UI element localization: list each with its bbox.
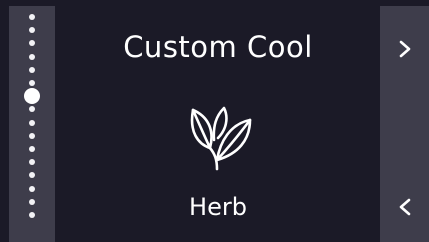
- chevron-right-icon: [399, 40, 410, 58]
- page-dot: [29, 14, 35, 20]
- page-dot: [29, 198, 35, 205]
- herb-leaf-icon: [190, 106, 252, 171]
- page-dot: [29, 146, 35, 152]
- display-screen: Custom Cool Herb: [0, 0, 429, 242]
- page-dot: [29, 106, 35, 113]
- chevron-left-icon: [399, 198, 410, 216]
- navigation-rail: [380, 6, 429, 242]
- mode-label: Herb: [189, 193, 247, 221]
- next-button[interactable]: [380, 24, 429, 74]
- page-dot: [29, 53, 35, 60]
- page-indicator: [9, 6, 55, 242]
- page-dot: [29, 172, 35, 179]
- page-title: Custom Cool: [123, 30, 313, 64]
- page-dot: [29, 185, 35, 192]
- page-dot: [29, 119, 35, 126]
- page-dot: [29, 212, 35, 218]
- page-dot-active: [24, 88, 40, 105]
- page-dot: [29, 159, 35, 166]
- page-dot: [29, 80, 35, 86]
- page-dot: [29, 132, 35, 139]
- page-dot: [29, 66, 35, 73]
- page-dot: [29, 27, 35, 34]
- page-dot: [29, 40, 35, 47]
- previous-button[interactable]: [380, 182, 429, 232]
